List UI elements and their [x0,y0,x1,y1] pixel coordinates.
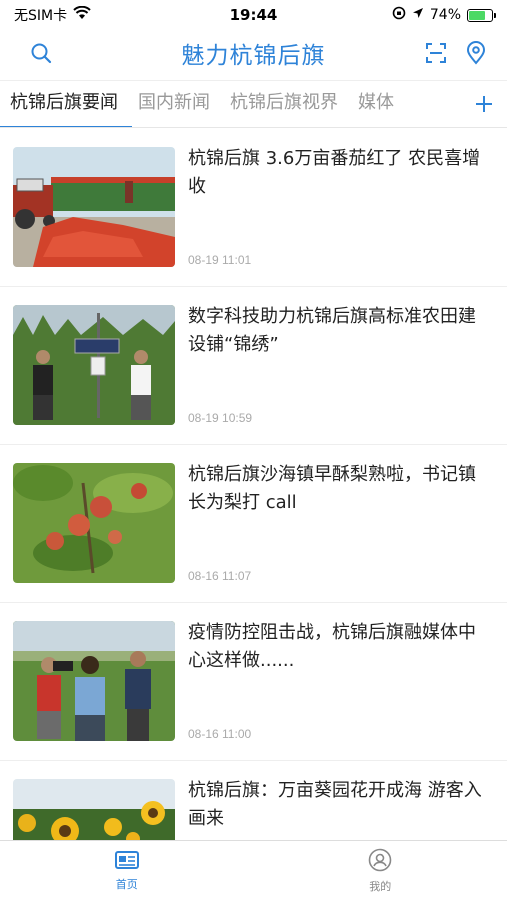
reporters-field-photo [13,621,175,741]
battery-level [469,10,486,20]
nav-home-label: 首页 [115,877,138,891]
status-bar: 无SIM卡 19:44 74% [0,0,507,30]
news-time: 08-16 11:07 [188,569,252,583]
tab-domestic-news[interactable]: 国内新闻 [138,81,210,127]
news-item[interactable]: 数字科技助力杭锦后旗高标准农田建设铺“锦绣” 08-19 10:59 [0,287,507,445]
pear-tree-photo [13,463,175,583]
tab-hangjin-news[interactable]: 杭锦后旗要闻 [0,81,132,127]
news-list: 杭锦后旗 3.6万亩番茄红了 农民喜增收 08-19 11:01 数字科技助力杭… [0,129,507,841]
add-tab-icon[interactable] [461,81,507,127]
nav-profile[interactable]: 我的 [254,841,507,900]
news-title: 杭锦后旗沙海镇早酥梨熟啦，书记镇长为梨打 call [188,464,476,513]
news-time: 08-16 11:00 [188,727,252,741]
home-news-icon [114,850,139,873]
nav-profile-label: 我的 [369,879,392,893]
user-profile-icon [368,848,392,875]
orientation-lock-icon [392,6,406,24]
news-title: 疫情防控阻击战，杭锦后旗融媒体中心这样做...... [188,622,476,671]
battery-icon [467,8,496,22]
nav-home[interactable]: 首页 [0,841,254,900]
solar-farm-sensor-photo [13,305,175,425]
news-time: 08-19 10:59 [188,411,253,425]
tomato-harvest-photo [13,147,175,267]
app-header: 魅力杭锦后旗 [0,30,507,76]
scan-icon[interactable] [423,40,449,66]
clock: 19:44 [229,6,278,24]
news-item[interactable]: 杭锦后旗沙海镇早酥梨熟啦，书记镇长为梨打 call 08-16 11:07 [0,445,507,603]
sunflower-field-photo [13,779,175,841]
news-item[interactable]: 杭锦后旗 3.6万亩番茄红了 农民喜增收 08-19 11:01 [0,129,507,287]
news-time: 08-19 11:01 [188,253,252,267]
news-title: 杭锦后旗：万亩葵园花开成海 游客入画来 [188,780,482,829]
news-title: 数字科技助力杭锦后旗高标准农田建设铺“锦绣” [188,306,476,355]
location-pin-icon[interactable] [463,40,489,66]
news-item[interactable]: 杭锦后旗：万亩葵园花开成海 游客入画来 [0,761,507,841]
tab-media[interactable]: 媒体 [358,81,394,127]
carrier-label: 无SIM卡 [14,8,68,24]
battery-percent: 74% [429,7,461,23]
tab-hangjin-vision[interactable]: 杭锦后旗视界 [230,81,338,127]
search-icon[interactable] [28,40,54,66]
news-item[interactable]: 疫情防控阻击战，杭锦后旗融媒体中心这样做...... 08-16 11:00 [0,603,507,761]
category-tabs: 杭锦后旗要闻 国内新闻 杭锦后旗视界 媒体 [0,80,507,128]
bottom-nav: 首页 我的 [0,840,507,900]
news-title: 杭锦后旗 3.6万亩番茄红了 农民喜增收 [188,148,481,197]
location-arrow-icon [412,7,424,23]
wifi-icon [73,5,91,24]
